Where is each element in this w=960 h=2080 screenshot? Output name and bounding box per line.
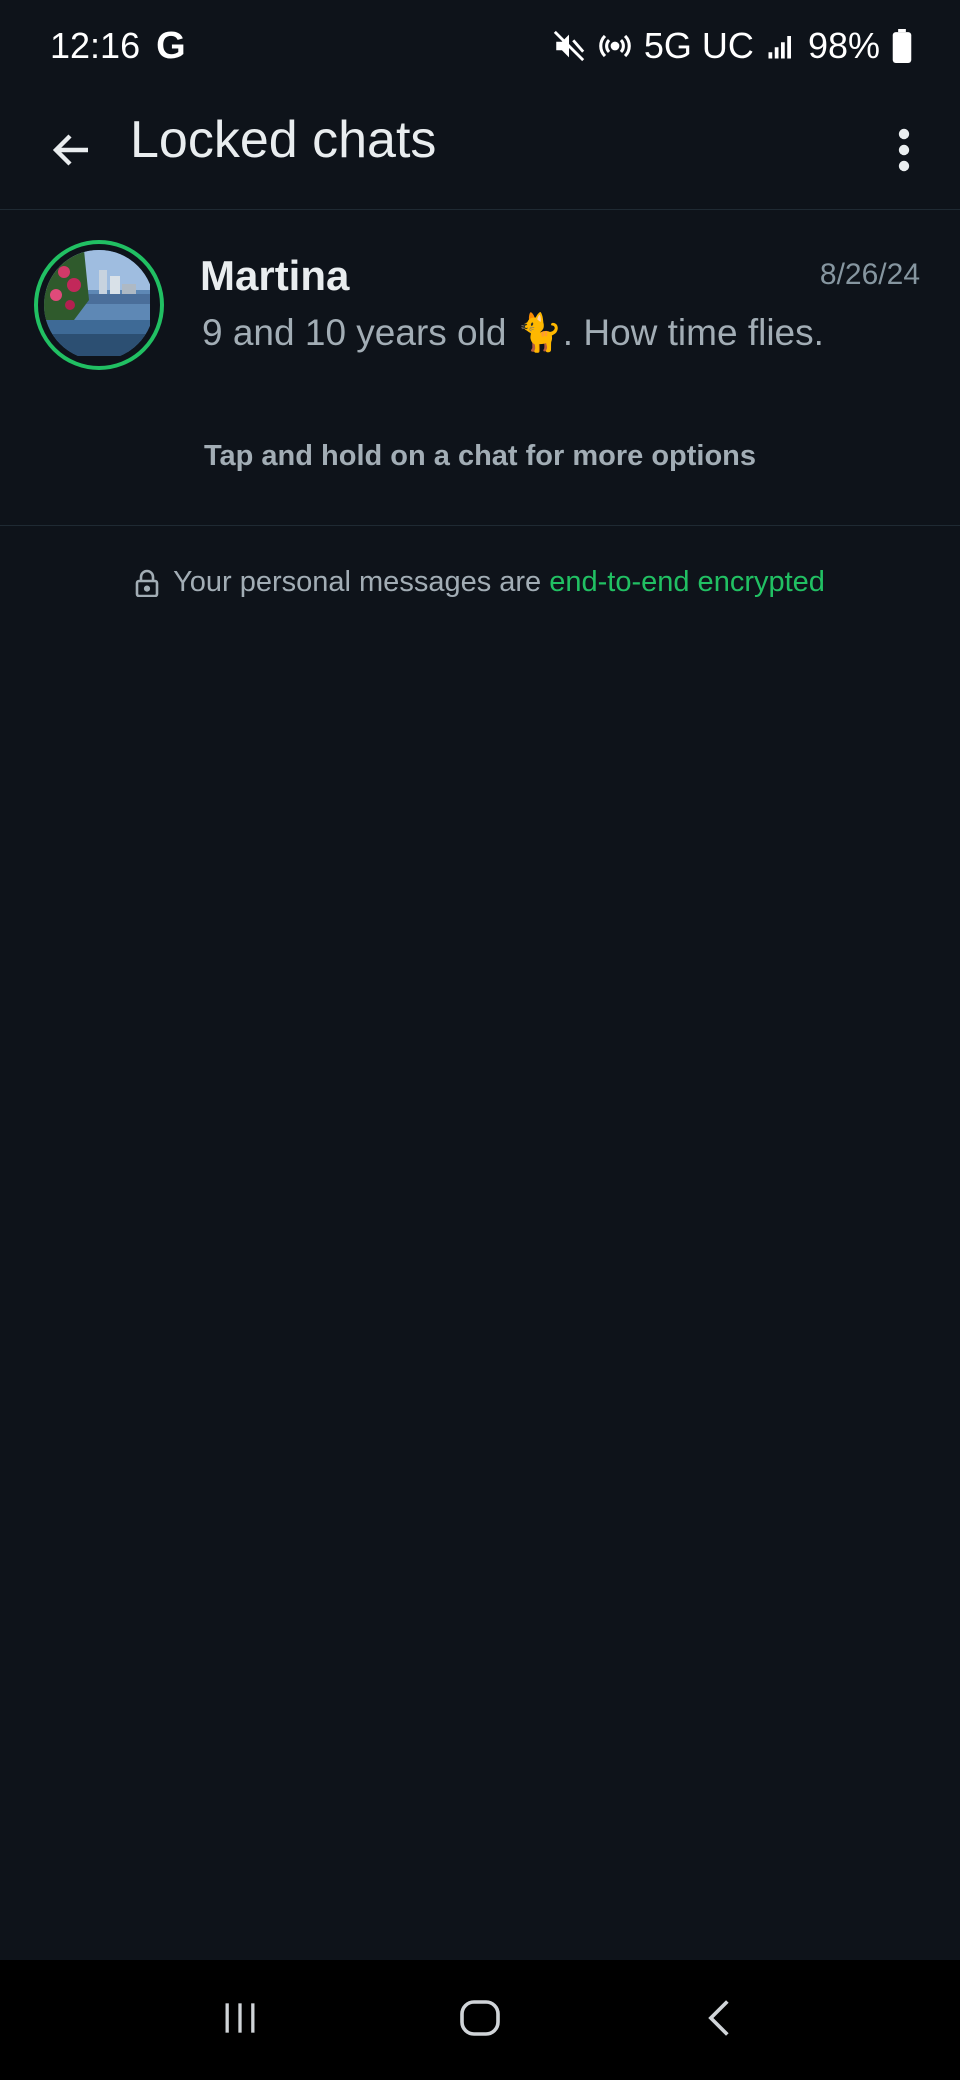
encryption-notice: Your personal messages are end-to-end en… [0,566,960,599]
chat-preview-text-end: . How time flies. [562,312,824,353]
chat-date: 8/26/24 [819,258,920,291]
recent-apps-button[interactable] [190,1980,290,2060]
signal-icon [766,31,796,61]
home-icon [456,1994,504,2047]
chat-row[interactable]: Martina 8/26/24 9 and 10 years old 🐈. Ho… [0,212,960,396]
status-time: 12:16 [50,25,141,66]
app-bar: Locked chats [0,92,960,210]
home-button[interactable] [430,1980,530,2060]
chat-name: Martina [200,252,350,299]
hint-text: Tap and hold on a chat for more options [203,440,757,472]
network-label: 5G UC [643,25,754,66]
arrow-left-icon [48,126,96,179]
chat-preview: 9 and 10 years old 🐈. How time flies. [202,312,824,355]
google-icon: G [156,24,186,67]
status-bar: 12:16 G 5G UC 98% [0,0,960,92]
back-button[interactable] [36,116,108,188]
mute-icon [552,29,586,63]
page-title: Locked chats [130,111,437,169]
status-left: 12:16 G [50,25,186,68]
chat-preview-text: 9 and 10 years old [202,312,517,353]
status-right: 5G UC 98% [552,25,912,67]
hotspot-icon [598,29,632,63]
avatar-image [44,250,154,360]
more-vertical-icon [894,126,914,179]
cat-emoji: 🐈 [516,312,563,353]
encryption-text: Your personal messages are [173,566,550,598]
more-options-button[interactable] [868,112,940,192]
divider [0,525,960,526]
lock-icon [135,569,159,597]
back-icon [698,1996,742,2045]
system-nav-bar [0,1960,960,2080]
battery-icon [892,29,912,63]
recent-apps-icon [218,1996,262,2045]
avatar[interactable] [34,240,164,370]
back-nav-button[interactable] [670,1980,770,2060]
encryption-link[interactable]: end-to-end encrypted [549,566,825,598]
battery-percent: 98% [807,25,880,66]
